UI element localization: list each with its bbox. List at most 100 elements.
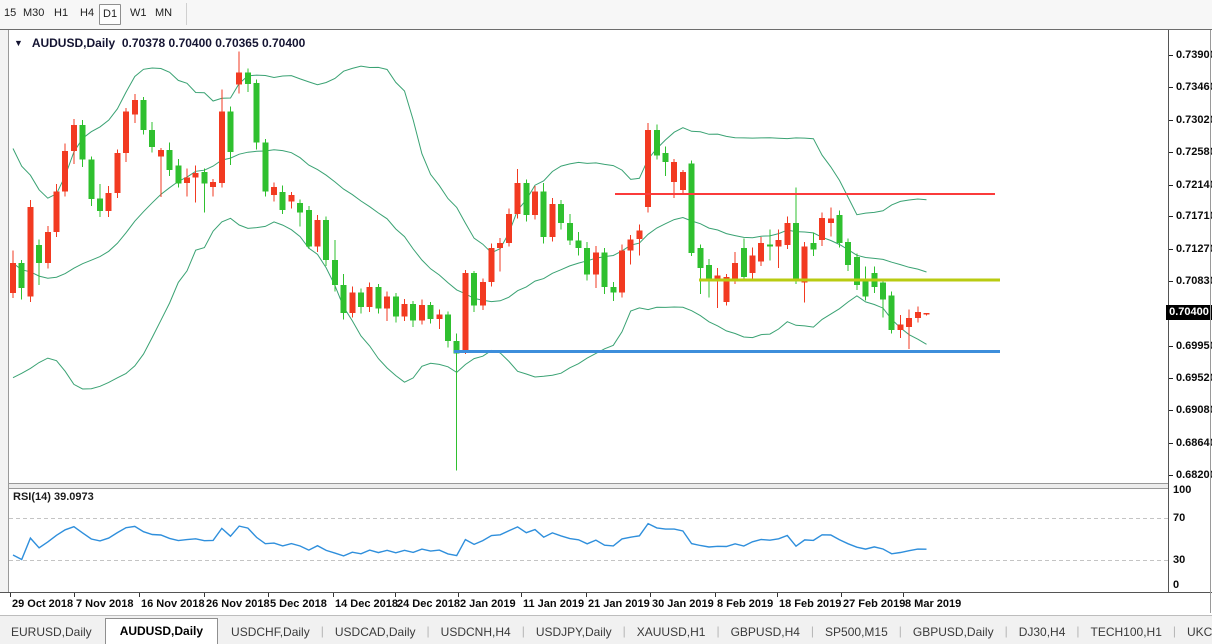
date-axis-tick [650,593,651,597]
price-axis-label: 0.68200 [1176,469,1212,481]
price-axis-label: 0.70830 [1176,275,1212,287]
price-axis-label: 0.69950 [1176,340,1212,352]
candle-body [689,163,695,253]
candle-body [402,304,408,317]
candle-body [602,253,608,288]
candle-body [175,166,181,184]
candle-body [610,287,616,292]
candle-body [88,160,94,199]
candle-body [375,287,381,308]
candle-body [619,250,625,292]
candle-body [523,183,529,215]
chart-title: ▼ AUDUSD,Daily 0.70378 0.70400 0.70365 0… [14,36,305,50]
date-axis-tick [521,593,522,597]
tab-sp500-m15[interactable]: SP500,M15 [814,621,899,644]
candle-body [645,130,651,207]
candle-body [410,304,416,320]
candle-body [680,172,686,190]
candle-body [323,220,329,260]
tab-audusd-daily[interactable]: AUDUSD,Daily [105,618,218,644]
candle-body [193,173,199,177]
candle-body [54,191,60,232]
timeframe-button-mn[interactable]: MN [152,4,175,23]
date-axis-label: 30 Jan 2019 [652,598,714,610]
tab-eurusd-daily[interactable]: EURUSD,Daily [0,621,103,644]
date-axis-label: 11 Jan 2019 [523,598,584,610]
timeframe-button-h1[interactable]: H1 [51,4,71,23]
tab-usdjpy-daily[interactable]: USDJPY,Daily [525,621,623,644]
date-axis-tick [777,593,778,597]
candle-body [384,297,390,309]
candle-body [245,73,251,84]
window-left-gutter [0,30,9,613]
timeframe-button-15[interactable]: 15 [1,4,19,23]
candle-body [315,220,321,247]
price-chart-canvas[interactable] [9,30,1168,483]
tab-dj30-h4[interactable]: DJ30,H4 [1008,621,1077,644]
candle-body [506,214,512,243]
candle-body [71,125,77,151]
price-axis-tick [1169,55,1173,56]
tab-usdchf-daily[interactable]: USDCHF,Daily [220,621,321,644]
price-axis-tick [1169,185,1173,186]
candle-body [793,223,799,280]
candle-body [228,112,234,153]
candle-body [280,192,286,210]
candle-body [306,210,312,247]
price-axis-tick [1169,443,1173,444]
price-axis-tick [1169,475,1173,476]
candle-body [341,285,347,313]
candle-body [706,265,712,280]
candle-body [27,207,33,297]
date-axis-label: 2 Jan 2019 [460,598,516,610]
timeframe-button-h4[interactable]: H4 [77,4,97,23]
candle-body [549,204,555,237]
candle-body [332,260,338,285]
tab-ukc[interactable]: UKC [1176,621,1212,644]
price-axis-label: 0.71270 [1176,243,1212,255]
candle-body [845,242,851,265]
date-axis-label: 24 Dec 2018 [397,598,460,610]
candle-body [262,143,268,192]
tab-gbpusd-daily[interactable]: GBPUSD,Daily [902,621,1005,644]
tab-gbpusd-h4[interactable]: GBPUSD,H4 [720,621,811,644]
date-axis-label: 14 Dec 2018 [335,598,398,610]
date-axis-tick [841,593,842,597]
tab-tech100-h1[interactable]: TECH100,H1 [1080,621,1173,644]
date-axis-label: 16 Nov 2018 [141,598,205,610]
chart-ohlc-values: 0.70378 0.70400 0.70365 0.70400 [122,36,306,50]
candle-body [254,83,260,143]
tab-usdcad-daily[interactable]: USDCAD,Daily [324,621,427,644]
date-axis-label: 8 Mar 2019 [905,598,961,610]
tab-usdcnh-h4[interactable]: USDCNH,H4 [430,621,522,644]
candle-body [10,263,16,293]
chart-tab-bar: EURUSD,DailyAUDUSD,DailyUSDCHF,Daily|USD… [0,615,1212,644]
price-axis-label: 0.71710 [1176,210,1212,222]
price-axis-label: 0.68640 [1176,437,1212,449]
candle-body [636,230,642,239]
date-axis-label: 26 Nov 2018 [206,598,270,610]
timeframe-button-d1[interactable]: D1 [99,4,121,25]
candle-body [97,199,103,212]
candle-body [576,241,582,248]
price-axis-label: 0.73020 [1176,114,1212,126]
timeframe-button-m30[interactable]: M30 [20,4,47,23]
date-axis[interactable]: 29 Oct 20187 Nov 201816 Nov 201826 Nov 2… [0,593,1212,614]
rsi-axis-label: 30 [1173,554,1185,566]
candle-body [897,325,903,330]
candle-body [767,244,773,246]
tab-xauusd-h1[interactable]: XAUUSD,H1 [626,621,717,644]
current-price-badge: 0.70400 [1166,305,1212,320]
price-axis-tick [1169,87,1173,88]
chart-dropdown-icon[interactable]: ▼ [14,38,23,48]
date-axis-tick [715,593,716,597]
timeframe-button-w1[interactable]: W1 [127,4,150,23]
candle-body [810,243,816,250]
price-axis-label: 0.72140 [1176,179,1212,191]
rsi-chart-canvas[interactable] [9,487,1168,592]
candle-body [132,100,138,115]
candle-body [671,162,677,182]
timeframe-toolbar: 15M30H1 H4D1 W1MN [0,0,1212,30]
candle-body [567,223,573,241]
chart-symbol-label: AUDUSD,Daily [32,36,115,50]
